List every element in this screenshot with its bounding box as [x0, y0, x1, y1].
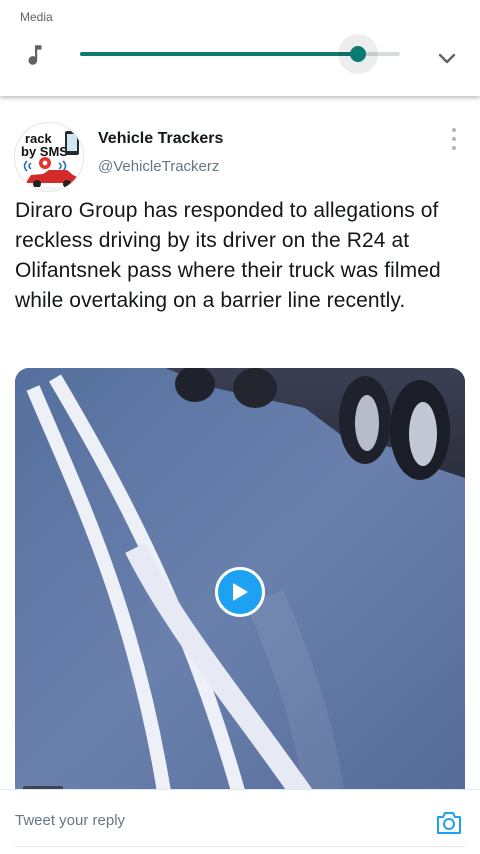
play-icon[interactable]	[215, 567, 265, 617]
video-player[interactable]	[15, 368, 465, 798]
more-vertical-icon[interactable]	[446, 128, 462, 150]
avatar[interactable]: rack by SMS	[14, 122, 84, 192]
camera-icon[interactable]	[434, 808, 464, 838]
reply-underline	[15, 846, 465, 847]
avatar-text-2: by SMS	[21, 144, 68, 159]
music-note-icon	[22, 42, 48, 68]
volume-slider[interactable]	[80, 34, 400, 74]
reply-input[interactable]: Tweet your reply	[15, 812, 125, 829]
user-display-name[interactable]: Vehicle Trackers	[98, 130, 223, 148]
media-panel-title: Media	[20, 10, 53, 24]
reply-bar: Tweet your reply	[0, 789, 480, 854]
tweet-text: Diraro Group has responded to allegation…	[15, 199, 441, 312]
user-handle[interactable]: @VehicleTrackerz	[98, 158, 219, 175]
chevron-down-icon[interactable]	[432, 44, 462, 74]
media-volume-panel: Media	[0, 0, 480, 96]
volume-slider-fill	[80, 52, 359, 56]
